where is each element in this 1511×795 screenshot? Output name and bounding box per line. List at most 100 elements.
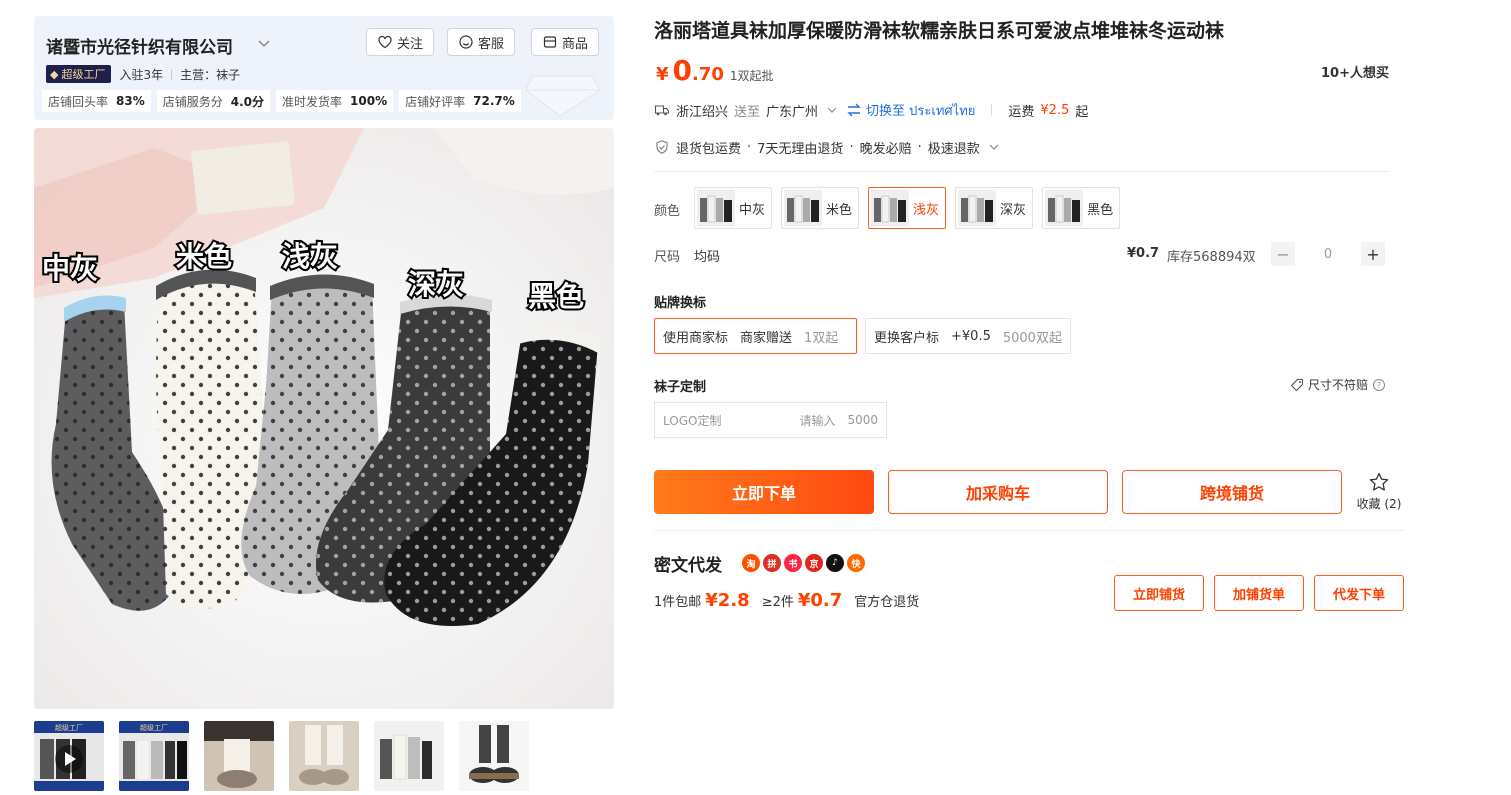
store-goods-label: 商品 — [562, 36, 589, 52]
taobao-icon: 淘 — [742, 554, 760, 572]
stat-label: 店铺回头率 — [48, 94, 109, 109]
divider — [991, 104, 993, 116]
photo-label-light-gray: 浅灰 — [282, 240, 338, 273]
logo-custom-label: LOGO定制 — [663, 413, 722, 428]
size-label: 尺码 — [654, 250, 681, 265]
stat-value: 4.0分 — [230, 94, 265, 109]
super-factory-label: 超级工厂 — [61, 68, 106, 81]
color-option-light-gray[interactable]: 浅灰 — [868, 187, 947, 229]
store-meta: ◆ 超级工厂 入驻3年 主营：袜子 — [46, 65, 240, 83]
logo-input-placeholder[interactable]: 请输入 — [799, 412, 835, 429]
thumbnail-1[interactable]: 超级工厂 — [34, 721, 104, 791]
diamond-icon: ◆ — [50, 67, 59, 81]
size-note-label: 尺寸不符赔 — [1308, 378, 1369, 392]
service-item: 退货包运费 — [676, 141, 742, 157]
star-icon — [1369, 472, 1389, 491]
stock-count: 库存568894双 — [1167, 250, 1256, 265]
dropship-price-row: 1件包邮 ¥2.8 ≥2件 ¥0.7 官方仓退货 — [654, 590, 919, 611]
logo-custom-field[interactable]: LOGO定制 请输入 5000 — [654, 402, 887, 438]
store-joined: 入驻3年 — [119, 67, 164, 82]
store-main-business: 主营：袜子 — [180, 67, 241, 82]
quantity-stepper: − 0 + — [1271, 242, 1385, 266]
label-option-desc: +¥0.5 — [951, 328, 991, 344]
want-buy-count: 10+人想买 — [1321, 66, 1389, 81]
thumbnail-5[interactable] — [374, 721, 444, 791]
color-option-label: 深灰 — [1000, 202, 1027, 218]
thumbnail-strip: 超级工厂 超级工厂 — [34, 721, 529, 791]
favorite-label: 收藏 (2) — [1356, 497, 1402, 511]
shield-check-icon — [656, 140, 668, 154]
favorite-button[interactable]: 收藏 (2) — [1352, 471, 1406, 512]
stat-value: 83% — [116, 94, 145, 108]
color-option-label: 黑色 — [1087, 202, 1114, 218]
sku-price: ¥0.7 — [1127, 246, 1160, 261]
stat-value: 100% — [350, 94, 388, 108]
logo-min-qty: 5000 — [847, 413, 878, 427]
shipping-row: 浙江绍兴 送至 广东广州 切换至 ประเทศไทย 运费 ¥2.5 起 — [654, 100, 1088, 120]
size-guarantee-note[interactable]: 尺寸不符赔 ? — [1290, 376, 1386, 393]
pinduoduo-icon: 拼 — [763, 554, 781, 572]
chevron-down-icon[interactable] — [254, 33, 274, 53]
color-option-dark-gray[interactable]: 深灰 — [955, 187, 1034, 229]
price-integer: 0 — [672, 54, 693, 87]
store-name[interactable]: 诸暨市光径针织有限公司 — [46, 33, 233, 58]
color-option-label: 米色 — [826, 202, 853, 218]
list-now-button[interactable]: 立即铺货 — [1114, 575, 1204, 611]
label-option-customer[interactable]: 更换客户标 +¥0.5 5000双起 — [865, 318, 1071, 354]
chevron-down-icon[interactable] — [986, 139, 1002, 155]
custom-title: 袜子定制 — [654, 380, 707, 395]
thumbnail-6[interactable] — [459, 721, 529, 791]
smile-icon — [459, 35, 473, 49]
store-goods-button[interactable]: 商品 — [531, 28, 600, 56]
product-title: 洛丽塔道具袜加厚保暖防滑袜软糯亲肤日系可爱波点堆堆袜冬运动袜 — [654, 20, 1225, 42]
swap-icon — [847, 103, 861, 117]
service-item: 极速退款 — [927, 141, 980, 157]
switch-country-label: 切换至 ประเทศไทย — [866, 103, 976, 119]
follow-label: 关注 — [397, 36, 424, 52]
thumbnail-2[interactable]: 超级工厂 — [119, 721, 189, 791]
labeling-title: 贴牌换标 — [654, 296, 707, 311]
fee-label: 运费 — [1008, 104, 1035, 120]
add-to-cart-button[interactable]: 加采购车 — [888, 470, 1108, 514]
price1-value: ¥2.8 — [705, 590, 750, 611]
price-row: ¥ 0 .70 1双起批 — [656, 54, 774, 87]
decrement-button[interactable]: − — [1271, 242, 1295, 266]
thumbnail-3[interactable] — [204, 721, 274, 791]
thumbnail-badge: 超级工厂 — [55, 723, 83, 732]
stat-on-time: 准时发货率 100% — [276, 90, 394, 112]
customer-service-button[interactable]: 客服 — [447, 28, 516, 56]
color-option-mid-gray[interactable]: 中灰 — [694, 187, 773, 229]
size-value: 均码 — [694, 250, 721, 265]
label-option-min: 1双起 — [804, 330, 839, 346]
price2-label: ≥2件 — [761, 595, 794, 610]
service-row[interactable]: 退货包运费 · 7天无理由退货 · 晚发必赔 · 极速退款 — [654, 137, 1002, 157]
main-product-photo[interactable]: 中灰 米色 浅灰 深灰 黑色 — [34, 128, 614, 709]
price-decimal: .70 — [692, 64, 724, 85]
color-option-label: 浅灰 — [913, 202, 940, 218]
dot-separator: · — [849, 139, 854, 155]
add-list-button[interactable]: 加铺货单 — [1214, 575, 1304, 611]
jd-icon: 京 — [805, 554, 823, 572]
dot-separator: · — [917, 139, 922, 155]
dropship-order-button[interactable]: 代发下单 — [1314, 575, 1404, 611]
ship-to[interactable]: 广东广州 — [766, 101, 818, 120]
color-option-black[interactable]: 黑色 — [1042, 187, 1121, 229]
cross-border-button[interactable]: 跨境铺货 — [1122, 470, 1342, 514]
color-options: 中灰 米色 浅灰 深灰 黑色 — [694, 187, 1121, 229]
label-option-merchant[interactable]: 使用商家标 商家赠送 1双起 — [654, 318, 857, 354]
help-icon[interactable]: ? — [1372, 378, 1386, 392]
ship-from: 浙江绍兴 — [676, 104, 729, 120]
thumbnail-4[interactable] — [289, 721, 359, 791]
buy-now-button[interactable]: 立即下单 — [654, 470, 874, 514]
thumbnail-badge: 超级工厂 — [140, 723, 168, 732]
chevron-down-icon[interactable] — [824, 102, 840, 118]
super-factory-badge: ◆ 超级工厂 — [46, 65, 112, 83]
switch-country-link[interactable]: 切换至 ประเทศไทย — [846, 100, 975, 121]
color-option-beige[interactable]: 米色 — [781, 187, 860, 229]
truck-icon — [654, 105, 670, 116]
quantity-input[interactable]: 0 — [1295, 247, 1361, 262]
price-currency: ¥ — [656, 64, 669, 85]
increment-button[interactable]: + — [1361, 242, 1385, 266]
follow-button[interactable]: 关注 — [366, 28, 435, 56]
dot-separator: · — [747, 139, 752, 155]
